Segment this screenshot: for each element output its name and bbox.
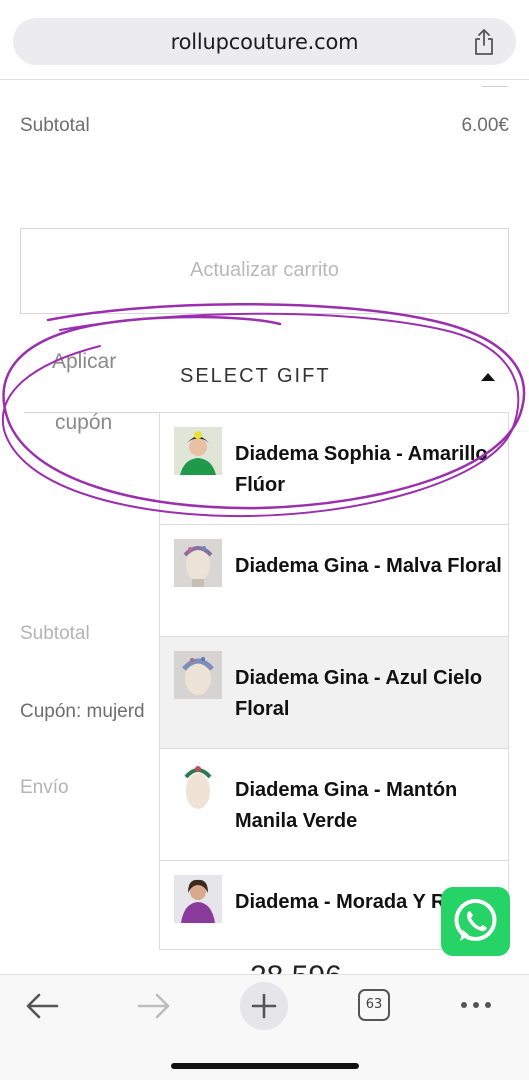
product-thumbnail: [174, 539, 222, 587]
product-thumbnail: [174, 763, 222, 811]
gift-option-name: Diadema Gina - Azul Cielo Floral: [235, 667, 483, 720]
home-indicator: [171, 1063, 359, 1069]
tab-count: 63: [365, 997, 383, 1012]
divider: [482, 86, 508, 87]
coupon-applied-label: Cupón: mujerd: [20, 701, 145, 722]
update-cart-label: Actualizar carrito: [190, 259, 339, 281]
gift-option-highlighted[interactable]: Diadema Gina - Azul Cielo Floral: [160, 637, 508, 749]
gift-option[interactable]: Diadema Gina - Malva Floral: [160, 525, 508, 637]
new-tab-button[interactable]: [240, 982, 288, 1030]
url-text: rollupcouture.com: [170, 30, 359, 54]
product-thumbnail: [174, 875, 222, 923]
toolbar-divider: [0, 79, 529, 80]
annotation-circle: [1, 303, 526, 518]
totals-subtotal-label: Subtotal: [20, 623, 90, 644]
back-arrow-icon[interactable]: [24, 991, 60, 1021]
cart-subtotal-value: 6.00€: [461, 115, 509, 136]
whatsapp-button[interactable]: [441, 887, 510, 956]
gift-option-name: Diadema Gina - Malva Floral: [235, 555, 502, 577]
gift-option[interactable]: Diadema Gina - Mantón Manila Verde: [160, 749, 508, 861]
gift-option-name: Diadema Gina - Mantón Manila Verde: [235, 779, 458, 832]
cart-subtotal-label: Subtotal: [20, 115, 90, 136]
shipping-label: Envío: [20, 777, 69, 798]
whatsapp-icon: [454, 899, 497, 941]
address-bar[interactable]: rollupcouture.com: [13, 18, 516, 65]
product-thumbnail: [174, 651, 222, 699]
plus-icon: [251, 993, 277, 1019]
tabs-icon[interactable]: 63: [358, 989, 390, 1021]
share-icon[interactable]: [472, 28, 496, 56]
more-icon[interactable]: [458, 999, 494, 1011]
forward-arrow-icon[interactable]: [136, 991, 172, 1021]
